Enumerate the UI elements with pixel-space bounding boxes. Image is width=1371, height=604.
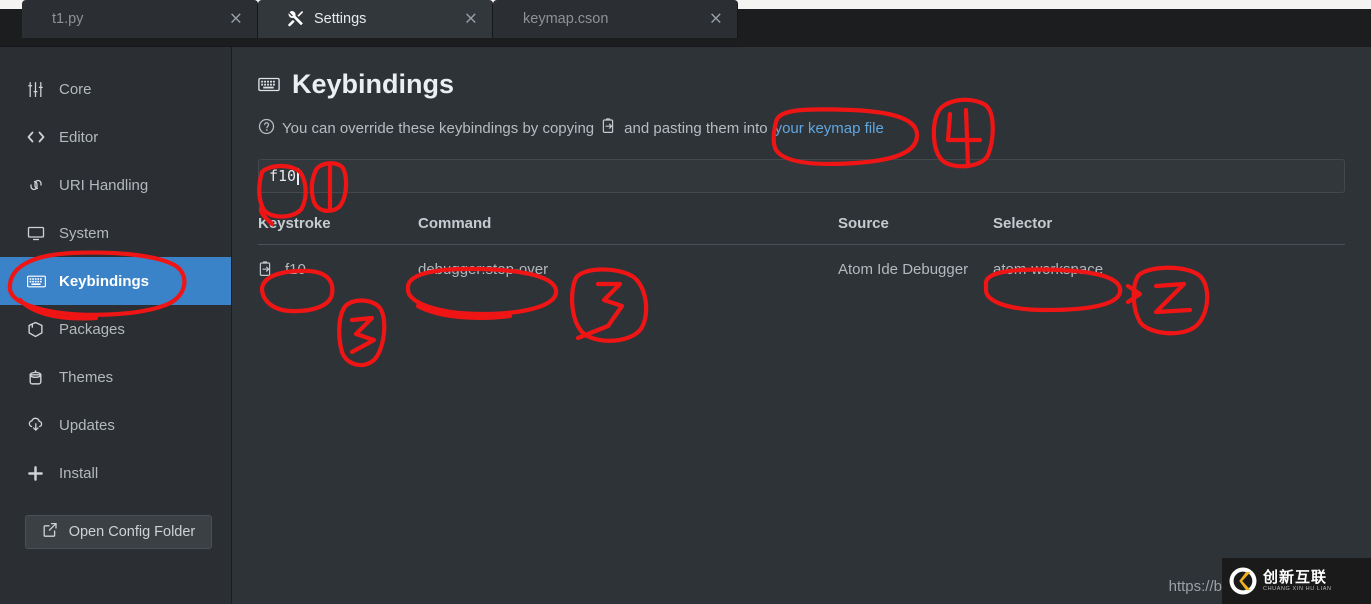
- sidebar-item-keybindings[interactable]: Keybindings: [0, 257, 231, 305]
- sidebar-item-label: System: [59, 224, 110, 242]
- cell-keystroke: f10: [258, 245, 418, 295]
- cell-command: debugger:step-over: [418, 261, 549, 278]
- sidebar-item-uri-handling[interactable]: URI Handling: [0, 161, 231, 209]
- keyboard-icon: [258, 76, 280, 93]
- column-header-source[interactable]: Source: [838, 215, 993, 245]
- column-header-selector[interactable]: Selector: [993, 215, 1345, 245]
- paint-bucket-icon: [27, 369, 49, 386]
- sidebar-item-editor[interactable]: Editor: [0, 113, 231, 161]
- close-icon[interactable]: ×: [464, 10, 478, 28]
- search-input[interactable]: f10: [258, 159, 1345, 193]
- clipboard-copy-icon[interactable]: [601, 118, 617, 139]
- open-config-folder-button[interactable]: Open Config Folder: [25, 515, 212, 549]
- sidebar-item-packages[interactable]: Packages: [0, 305, 231, 353]
- sidebar-item-label: Core: [59, 80, 92, 98]
- note-text-after: and pasting them into: [624, 120, 768, 137]
- keyboard-icon: [27, 274, 49, 289]
- question-circle-icon: [258, 118, 275, 139]
- wrench-screwdriver-icon: [288, 10, 305, 28]
- sidebar-item-themes[interactable]: Themes: [0, 353, 231, 401]
- keystroke-value: f10: [285, 261, 306, 278]
- cx-logo-icon: [1229, 567, 1257, 595]
- sliders-icon: [27, 81, 49, 98]
- page-title: Keybindings: [258, 69, 1345, 100]
- cloud-download-icon: [27, 417, 49, 433]
- tab-label: Settings: [314, 11, 367, 27]
- sidebar-item-system[interactable]: System: [0, 209, 231, 257]
- watermark-pinyin: CHUANG XIN HU LIAN: [1263, 585, 1332, 592]
- code-icon: [27, 129, 49, 145]
- plus-icon: [27, 465, 49, 482]
- clipboard-copy-icon[interactable]: [258, 261, 274, 278]
- keybindings-table: Keystroke Command Source Selector f10 de…: [258, 215, 1345, 294]
- keybindings-panel: Keybindings You can override these keybi…: [232, 47, 1371, 604]
- close-icon[interactable]: ×: [229, 10, 243, 28]
- tab-label: keymap.cson: [523, 11, 609, 27]
- sidebar-item-label: Editor: [59, 128, 99, 146]
- note-text-before: You can override these keybindings by co…: [282, 120, 595, 137]
- cell-selector: atom-workspace: [993, 261, 1104, 278]
- open-config-folder-label: Open Config Folder: [68, 524, 196, 540]
- watermark-cn: 创新互联: [1263, 567, 1328, 586]
- tab-label: t1.py: [52, 11, 84, 27]
- tab-settings[interactable]: Settings ×: [258, 0, 493, 38]
- keymap-file-link[interactable]: your keymap file: [775, 120, 884, 137]
- column-header-command[interactable]: Command: [418, 215, 838, 245]
- page-title-text: Keybindings: [292, 69, 455, 99]
- sidebar-item-label: Themes: [59, 368, 114, 386]
- monitor-icon: [27, 225, 49, 241]
- sidebar-item-install[interactable]: Install: [0, 449, 231, 497]
- override-note: You can override these keybindings by co…: [258, 118, 1345, 139]
- tab-t1py[interactable]: t1.py ×: [22, 0, 258, 38]
- table-row[interactable]: f10 debugger:step-over Atom Ide Debugger…: [258, 245, 1345, 295]
- sidebar-item-updates[interactable]: Updates: [0, 401, 231, 449]
- column-header-keystroke[interactable]: Keystroke: [258, 215, 418, 245]
- atom-settings-window: g p gg t1.py × Settings × keymap.cson ×: [0, 0, 1371, 604]
- close-icon[interactable]: ×: [709, 10, 723, 28]
- link-icon: [27, 177, 49, 193]
- tab-bar-filler: [738, 9, 1371, 47]
- sidebar-item-core[interactable]: Core: [0, 65, 231, 113]
- sidebar-item-label: Updates: [59, 416, 115, 434]
- search-input-value: f10: [269, 167, 297, 185]
- sidebar-item-label: Keybindings: [59, 272, 150, 290]
- watermark: 创新互联 CHUANG XIN HU LIAN: [1222, 558, 1371, 604]
- settings-sidebar: Core Editor URI Handling System Keybindi…: [0, 47, 232, 604]
- external-link-icon: [42, 522, 60, 542]
- table-header-row: Keystroke Command Source Selector: [258, 215, 1345, 245]
- watermark-text: 创新互联 CHUANG XIN HU LIAN: [1263, 567, 1332, 592]
- tab-keymapcson[interactable]: keymap.cson ×: [493, 0, 738, 38]
- sidebar-item-label: Packages: [59, 320, 125, 338]
- cell-source: Atom Ide Debugger: [838, 261, 969, 278]
- sidebar-item-label: URI Handling: [59, 176, 149, 194]
- watermark-url: https://b: [1168, 578, 1222, 595]
- sidebar-item-label: Install: [59, 464, 99, 482]
- text-caret: [297, 167, 300, 185]
- package-icon: [27, 321, 49, 338]
